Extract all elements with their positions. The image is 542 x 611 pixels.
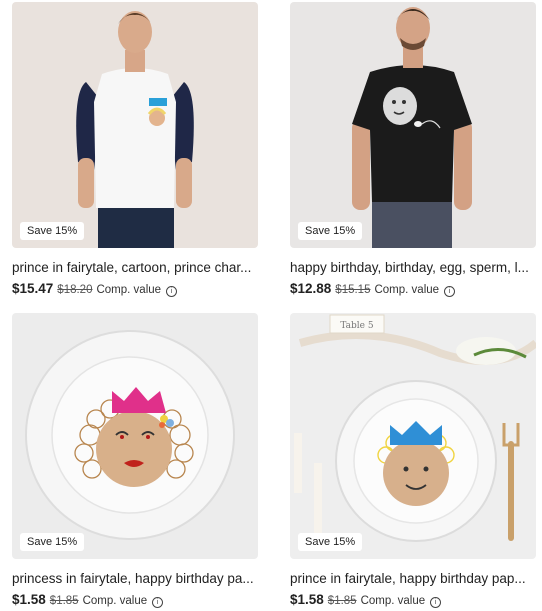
price-row: $1.58 $1.85 Comp. value i: [12, 592, 258, 608]
info-icon[interactable]: i: [152, 597, 164, 608]
price-row: $12.88 $15.15 Comp. value i: [290, 281, 536, 297]
product-title[interactable]: princess in fairytale, happy birthday pa…: [12, 571, 258, 586]
prince-paper-plate-image: Table 5: [290, 313, 536, 559]
save-badge: Save 15%: [20, 222, 85, 240]
product-card[interactable]: Table 5 Save 15% prince in fairytale, ha…: [290, 313, 536, 608]
product-card[interactable]: Save 15% happy birthday, birthday, egg, …: [290, 2, 536, 297]
product-image[interactable]: Save 15%: [290, 2, 536, 248]
info-icon[interactable]: i: [166, 286, 178, 297]
product-title[interactable]: prince in fairytale, happy birthday pap.…: [290, 571, 536, 586]
original-price: $1.85: [327, 595, 357, 607]
sale-price: $1.58: [12, 592, 46, 607]
product-grid: Save 15% prince in fairytale, cartoon, p…: [0, 0, 542, 611]
raglan-tshirt-model-image: [12, 2, 258, 248]
place-card-text: Table 5: [340, 321, 373, 331]
info-icon[interactable]: i: [444, 286, 456, 297]
product-card[interactable]: Save 15% prince in fairytale, cartoon, p…: [12, 2, 258, 297]
original-price: $15.15: [335, 284, 371, 296]
product-image[interactable]: Table 5 Save 15%: [290, 313, 536, 559]
product-image[interactable]: Save 15%: [12, 2, 258, 248]
original-price: $1.85: [49, 595, 79, 607]
princess-paper-plate-image: [12, 313, 258, 559]
price-row: $15.47 $18.20 Comp. value i: [12, 281, 258, 297]
save-badge: Save 15%: [298, 222, 363, 240]
save-badge: Save 15%: [298, 533, 363, 551]
sale-price: $15.47: [12, 281, 54, 296]
product-card[interactable]: Save 15% princess in fairytale, happy bi…: [12, 313, 258, 608]
comp-value-label: Comp. value: [82, 595, 148, 607]
comp-value-label: Comp. value: [374, 284, 440, 296]
save-badge: Save 15%: [20, 533, 85, 551]
product-image[interactable]: Save 15%: [12, 313, 258, 559]
original-price: $18.20: [57, 284, 93, 296]
price-row: $1.58 $1.85 Comp. value i: [290, 592, 536, 608]
comp-value-label: Comp. value: [96, 284, 162, 296]
sale-price: $12.88: [290, 281, 332, 296]
product-title[interactable]: happy birthday, birthday, egg, sperm, l.…: [290, 260, 536, 275]
black-tshirt-model-image: [290, 2, 536, 248]
info-icon[interactable]: i: [430, 597, 442, 608]
comp-value-label: Comp. value: [360, 595, 426, 607]
sale-price: $1.58: [290, 592, 324, 607]
product-title[interactable]: prince in fairytale, cartoon, prince cha…: [12, 260, 258, 275]
